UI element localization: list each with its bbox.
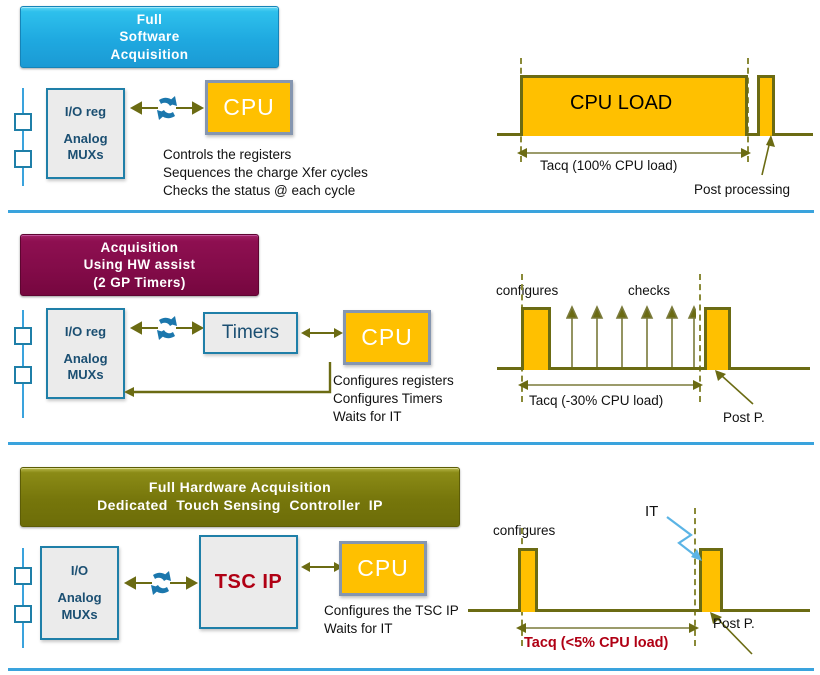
sync-connector-3 (123, 571, 199, 595)
tsc-cpu-arrow (301, 562, 343, 572)
banner-line-2: Dedicated Touch Sensing Controller IP (97, 497, 383, 513)
banner-line-1: Acquisition (100, 240, 179, 256)
cpu-label: CPU (361, 324, 413, 350)
section-divider-3 (8, 668, 814, 671)
timing2-checks-label: checks (628, 283, 671, 298)
timing3-it-label: IT (645, 503, 659, 520)
io-reg-block-2: I/O reg Analog MUXs (46, 308, 125, 399)
mux-pad-4 (14, 366, 32, 384)
cpu-block-3: CPU (339, 541, 427, 596)
banner-line-1: Full Hardware Acquisition (148, 479, 332, 496)
tsc-ip-label: TSC IP (214, 570, 283, 593)
analog-mux-label: Analog MUXs (63, 130, 108, 162)
timing2-configures-pulse (521, 307, 551, 370)
timing3-configures-pulse (518, 548, 538, 612)
timing1-post-label: Post processing (694, 182, 791, 197)
timers-cpu-arrow (301, 328, 343, 338)
banner-full-hardware: Full Hardware Acquisition Dedicated Touc… (20, 467, 460, 527)
timing2-post-label: Post P. (723, 410, 765, 425)
description-hw-assist: Configures registers Configures Timers W… (333, 373, 454, 425)
mux-pad-6 (14, 605, 32, 623)
io-reg-label: I/O (70, 563, 89, 579)
description-full-software: Controls the registers Sequences the cha… (163, 147, 368, 199)
banner-line-3: Acquisition (110, 46, 189, 62)
section-divider-2 (8, 442, 814, 445)
cpu-block-1: CPU (205, 80, 293, 135)
mux-pad-3 (14, 327, 32, 345)
cpu-block-2: CPU (343, 310, 431, 365)
io-reg-block-1: I/O reg Analog MUXs (46, 88, 125, 179)
timing3-post-label: Post P. (713, 616, 755, 631)
banner-hw-assist: Acquisition Using HW assist (2 GP Timers… (20, 234, 259, 296)
mux-pad-5 (14, 567, 32, 585)
analog-mux-label: Analog MUXs (57, 590, 102, 622)
timers-label: Timers (221, 322, 280, 343)
timing2-measure-arrow (518, 380, 703, 390)
io-reg-label: I/O reg (64, 323, 107, 339)
timing1-post-leader (761, 135, 775, 176)
timing2-post-leader (715, 370, 754, 405)
timers-block: Timers (203, 312, 298, 354)
timing3-configures-label: configures (493, 523, 556, 538)
description-full-hardware: Configures the TSC IP Waits for IT (324, 603, 459, 637)
sync-arrows-icon (157, 316, 177, 340)
timing3-measure-label: Tacq (<5% CPU load) (524, 635, 669, 651)
timing1-measure-label: Tacq (100% CPU load) (540, 158, 678, 173)
timing3-measure-arrow (516, 623, 699, 633)
sync-arrows-icon (151, 571, 171, 595)
timing2-configures-label: configures (496, 283, 559, 298)
cpu-label: CPU (223, 94, 275, 120)
io-reg-block-3: I/O Analog MUXs (40, 546, 119, 640)
mux-pad-2 (14, 150, 32, 168)
mux-pad-1 (14, 113, 32, 131)
timing1-pulse-label: CPU LOAD (570, 92, 673, 114)
io-reg-label: I/O reg (64, 103, 107, 119)
banner-line-1: Full (136, 12, 163, 28)
timing1-post-pulse (757, 75, 775, 136)
cpu-label: CPU (357, 555, 409, 581)
analog-mux-rail (22, 88, 24, 186)
banner-line-3: (2 GP Timers) (93, 274, 186, 290)
banner-line-2: Using HW assist (83, 257, 196, 273)
timing3-it-arrow (666, 516, 702, 561)
tsc-ip-block: TSC IP (199, 535, 298, 629)
banner-line-2: Software (119, 29, 180, 45)
sync-connector-2 (129, 316, 205, 340)
sync-connector-1 (129, 96, 205, 120)
timing2-post-pulse (704, 307, 731, 370)
analog-mux-rail-3 (22, 548, 24, 648)
analog-mux-label: Analog MUXs (63, 350, 108, 382)
timing2-measure-label: Tacq (-30% CPU load) (529, 393, 664, 408)
timing2-check-arrows (566, 305, 696, 367)
cpu-feedback-path (124, 362, 332, 397)
banner-full-software: Full Software Acquisition (20, 6, 279, 68)
section-divider-1 (8, 210, 814, 213)
sync-arrows-icon (157, 96, 177, 120)
